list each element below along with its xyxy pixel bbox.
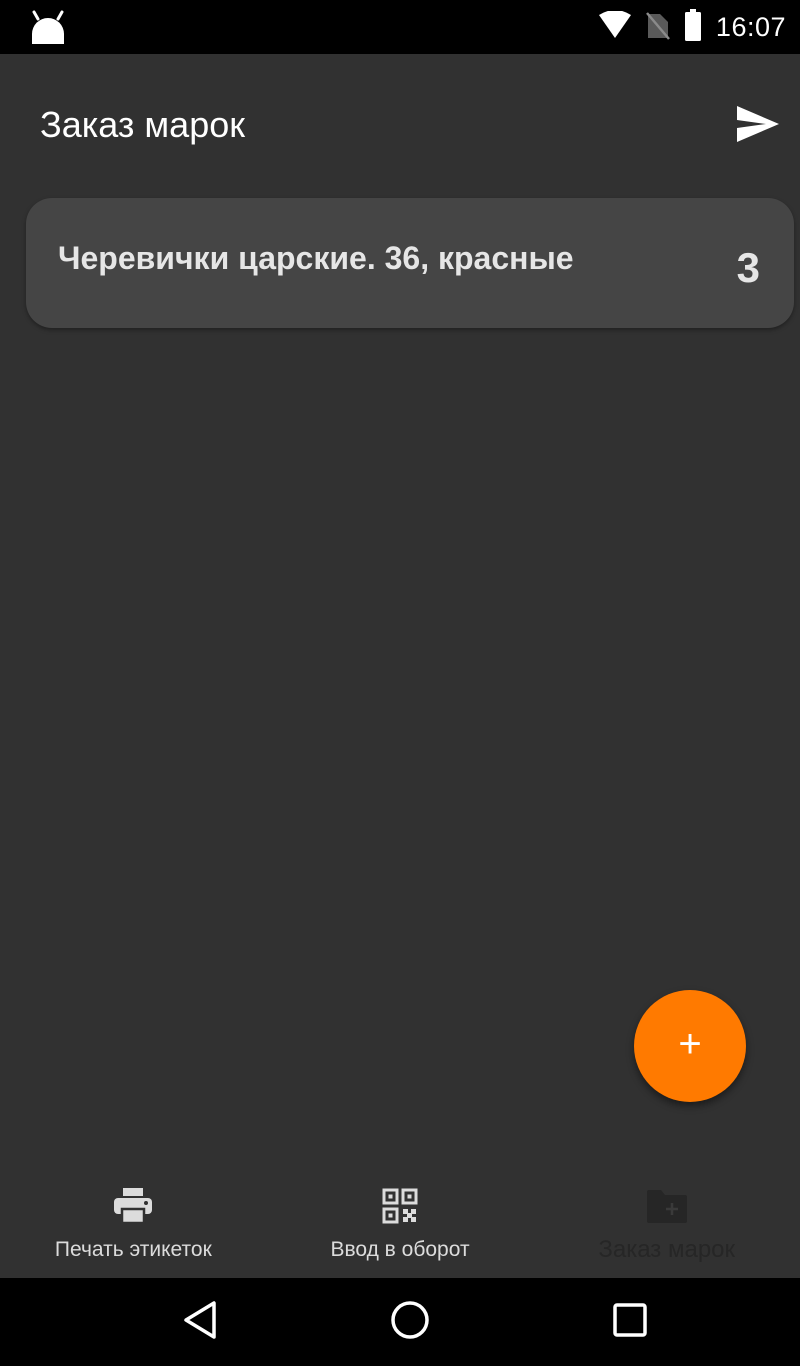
list-item-count: 3 [736,244,760,291]
page-title: Заказ марок [40,104,245,145]
system-nav-bar [0,1278,800,1366]
back-icon [182,1300,218,1345]
nav-item-order-marks[interactable]: Заказ марок [533,1170,800,1278]
nav-label-order-marks: Заказ марок [598,1236,736,1263]
nav-label-commissioning: Ввод в оборот [330,1238,470,1261]
status-time: 16:07 [715,11,786,42]
nav-item-print-labels[interactable]: Печать этикеток [0,1170,267,1278]
recents-icon [612,1302,648,1343]
qr-code-icon [378,1184,422,1228]
list-item[interactable]: Черевички царские. 36, красные 3 [26,198,794,328]
home-icon [390,1300,430,1345]
send-icon [736,105,780,148]
status-bar: 16:07 [0,0,800,54]
plus-icon: + [678,1022,702,1066]
add-button[interactable]: + [634,990,746,1102]
battery-icon [684,8,702,46]
send-button[interactable] [730,98,786,154]
home-button[interactable] [386,1298,434,1346]
recents-button[interactable] [606,1298,654,1346]
printer-icon [111,1184,155,1228]
nav-item-commissioning[interactable]: Ввод в оборот [267,1170,534,1278]
status-icons: 16:07 [598,0,786,54]
app-bar: Заказ марок [0,54,800,194]
back-button[interactable] [176,1298,224,1346]
folder-add-icon [645,1184,689,1228]
wifi-icon [598,9,632,44]
list-item-title: Черевички царские. 36, красные [58,240,574,276]
screen: 16:07 Заказ марок Черевички царские. 36,… [0,0,800,1366]
nav-label-print-labels: Печать этикеток [54,1238,212,1261]
bottom-nav: Печать этикеток Ввод в оборот Заказ маро… [0,1170,800,1278]
no-sim-icon [645,10,670,45]
android-icon [28,10,68,46]
